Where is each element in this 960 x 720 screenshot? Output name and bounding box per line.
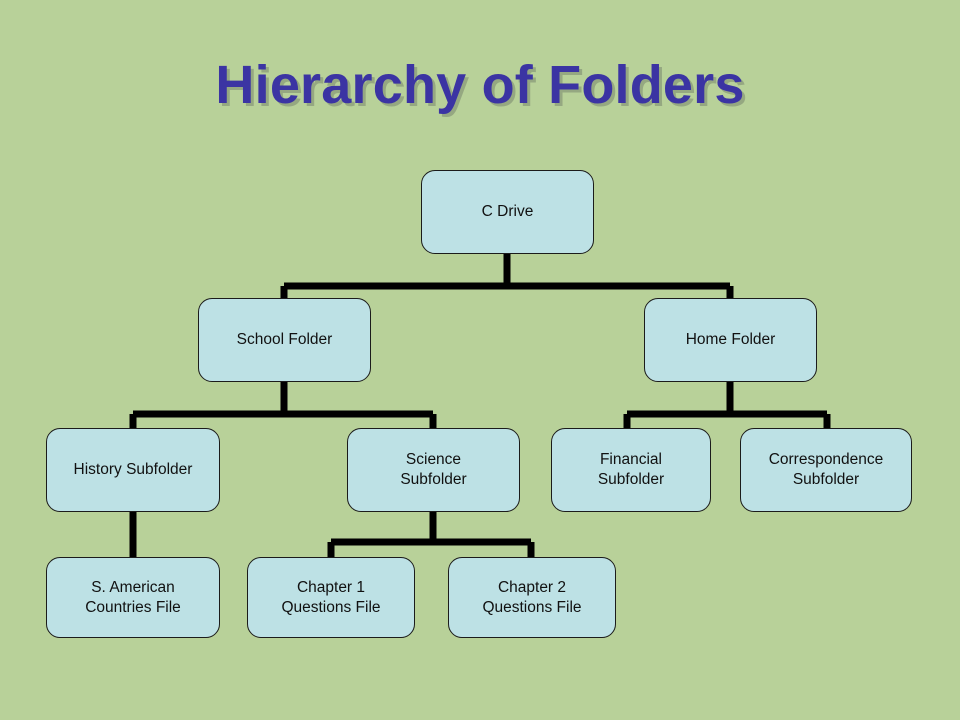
node-financial-subfolder[interactable]: Financial Subfolder [551, 428, 711, 512]
node-science-subfolder[interactable]: Science Subfolder [347, 428, 520, 512]
node-correspondence-subfolder[interactable]: Correspondence Subfolder [740, 428, 912, 512]
node-label: School Folder [236, 331, 333, 349]
node-label: Science Subfolder [400, 451, 467, 488]
node-label: History Subfolder [73, 461, 193, 479]
node-label: Financial Subfolder [597, 451, 665, 488]
slide-canvas: Hierarchy of Folders C Drive School Fold… [0, 0, 960, 720]
node-label: Chapter 1 Questions File [281, 578, 381, 616]
node-label: Home Folder [685, 331, 776, 349]
node-label: Chapter 2 Questions File [482, 578, 582, 616]
node-label: S. American Countries File [85, 578, 181, 616]
node-history-subfolder[interactable]: History Subfolder [46, 428, 220, 512]
folder-hierarchy-diagram: C Drive School Folder Home Folder Histor… [0, 0, 960, 720]
node-school-folder[interactable]: School Folder [198, 298, 371, 382]
node-label: Correspondence Subfolder [768, 451, 884, 488]
node-s-american-countries-file[interactable]: S. American Countries File [46, 557, 220, 638]
node-label: C Drive [481, 203, 534, 221]
node-chapter1-questions-file[interactable]: Chapter 1 Questions File [247, 557, 415, 638]
node-c-drive[interactable]: C Drive [421, 170, 594, 254]
node-chapter2-questions-file[interactable]: Chapter 2 Questions File [448, 557, 616, 638]
node-home-folder[interactable]: Home Folder [644, 298, 817, 382]
